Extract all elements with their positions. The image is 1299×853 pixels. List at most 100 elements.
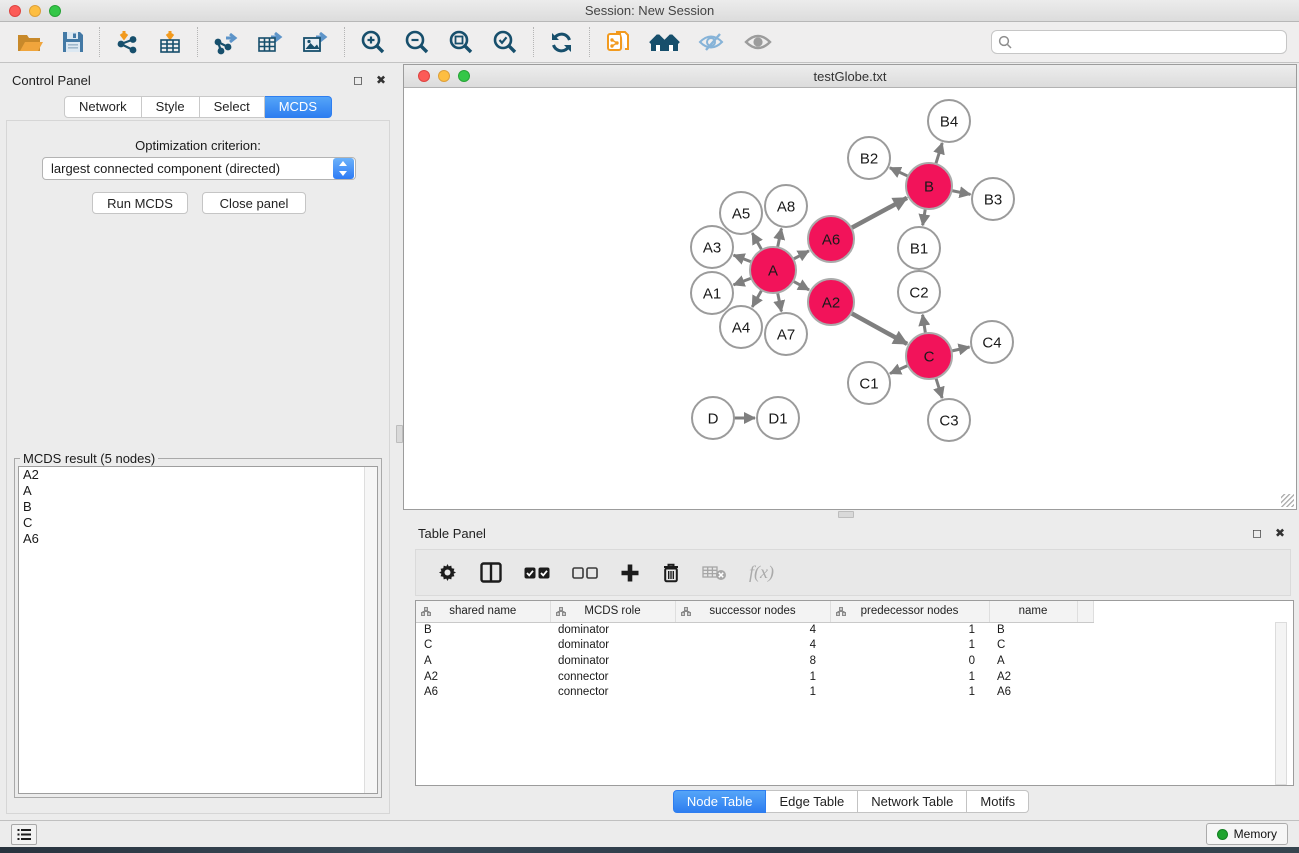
table-cell[interactable]: C [989,638,1077,654]
open-file-button[interactable] [8,24,53,60]
edge-B-B2[interactable] [890,168,909,177]
table-cell[interactable]: dominator [550,622,675,638]
zoom-in-button[interactable] [351,24,395,60]
tab-edge-table[interactable]: Edge Table [766,790,858,813]
column-header-name[interactable]: name [989,601,1077,622]
table-row[interactable]: Cdominator41C [416,638,1093,654]
table-cell[interactable]: A [989,653,1077,669]
mcds-result-item[interactable]: A2 [19,467,377,483]
edge-A2-C[interactable] [850,313,907,344]
node-A6[interactable]: A6 [808,216,854,262]
node-A3[interactable]: A3 [691,226,733,268]
close-table-panel-icon[interactable]: ✖ [1273,526,1287,540]
show-column-button[interactable] [469,553,513,593]
minimize-window-button[interactable] [29,5,41,17]
zoom-selected-button[interactable] [483,24,527,60]
node-C1[interactable]: C1 [848,362,890,404]
table-cell[interactable]: A2 [416,669,550,685]
task-history-button[interactable] [11,824,37,845]
table-cell[interactable]: 1 [830,622,989,638]
add-row-button[interactable] [609,553,651,593]
table-cell[interactable]: 4 [675,638,830,654]
export-image-button[interactable] [293,24,338,60]
node-D1[interactable]: D1 [757,397,799,439]
table-cell[interactable]: connector [550,684,675,700]
criterion-dropdown[interactable]: largest connected component (directed) [42,157,356,180]
tab-network[interactable]: Network [64,96,142,118]
save-session-button[interactable] [53,24,93,60]
show-graphics-details-button[interactable] [735,24,781,60]
node-A8[interactable]: A8 [765,185,807,227]
table-row[interactable]: Bdominator41B [416,622,1093,638]
memory-button[interactable]: Memory [1206,823,1288,845]
float-panel-icon[interactable]: ◻ [351,73,365,87]
table-cell[interactable]: dominator [550,638,675,654]
table-row[interactable]: Adominator80A [416,653,1093,669]
node-C4[interactable]: C4 [971,321,1013,363]
run-mcds-button[interactable]: Run MCDS [92,192,188,214]
home-button[interactable] [640,24,689,60]
table-cell[interactable]: A6 [989,684,1077,700]
table-cell[interactable]: dominator [550,653,675,669]
table-cell[interactable]: B [989,622,1077,638]
hide-graphics-details-button[interactable] [689,24,735,60]
edge-A-A2[interactable] [792,281,809,290]
table-cell[interactable]: A2 [989,669,1077,685]
edge-B-B3[interactable] [951,190,971,194]
edge-B-B1[interactable] [923,208,926,226]
tab-mcds[interactable]: MCDS [265,96,332,118]
column-header-predecessor-nodes[interactable]: predecessor nodes [830,601,989,622]
table-scrollbar[interactable] [1275,622,1287,785]
select-all-checkboxes-button[interactable] [513,553,561,593]
window-resize-grip[interactable] [1281,494,1294,507]
mcds-result-item[interactable]: C [19,515,377,531]
network-minimize-button[interactable] [438,70,450,82]
table-cell[interactable]: 8 [675,653,830,669]
search-input[interactable] [1013,35,1280,50]
horizontal-splitter-handle[interactable] [838,511,854,518]
table-cell[interactable]: C [416,638,550,654]
table-cell[interactable]: B [416,622,550,638]
edge-A-A4[interactable] [752,289,762,307]
import-network-button[interactable] [106,24,149,60]
network-overview-button[interactable] [596,24,640,60]
node-B4[interactable]: B4 [928,100,970,142]
edge-A-A3[interactable] [734,255,753,262]
network-zoom-button[interactable] [458,70,470,82]
function-builder-button[interactable]: f(x) [738,553,785,593]
delete-table-button[interactable] [691,553,738,593]
table-cell[interactable]: 1 [830,638,989,654]
edge-C-C3[interactable] [936,377,943,398]
node-A2[interactable]: A2 [808,279,854,325]
node-A1[interactable]: A1 [691,272,733,314]
close-window-button[interactable] [9,5,21,17]
mcds-result-list[interactable]: A2ABCA6 [18,466,378,794]
tab-select[interactable]: Select [200,96,265,118]
close-panel-button[interactable]: Close panel [202,192,306,214]
table-cell[interactable]: 1 [675,669,830,685]
node-A7[interactable]: A7 [765,313,807,355]
delete-row-button[interactable] [651,553,691,593]
node-B2[interactable]: B2 [848,137,890,179]
network-close-button[interactable] [418,70,430,82]
node-D[interactable]: D [692,397,734,439]
node-A5[interactable]: A5 [720,192,762,234]
import-table-button[interactable] [149,24,191,60]
network-canvas[interactable]: B4B2BB3A8A5A6B1A3AC2A1A2A4A7C4CC1DD1C3 [405,88,1295,508]
mcds-result-item[interactable]: B [19,499,377,515]
node-B3[interactable]: B3 [972,178,1014,220]
zoom-fit-button[interactable] [439,24,483,60]
vertical-splitter-handle[interactable] [396,425,403,443]
tab-style[interactable]: Style [142,96,200,118]
table-cell[interactable]: 4 [675,622,830,638]
mcds-result-item[interactable]: A6 [19,531,377,547]
tab-network-table[interactable]: Network Table [858,790,967,813]
table-settings-button[interactable] [426,553,469,593]
zoom-window-button[interactable] [49,5,61,17]
edge-C-C2[interactable] [923,315,926,335]
table-cell[interactable]: 1 [675,684,830,700]
tab-node-table[interactable]: Node Table [673,790,767,813]
edge-A6-B[interactable] [850,198,907,229]
float-table-panel-icon[interactable]: ◻ [1250,526,1264,540]
edge-C-C4[interactable] [950,347,969,351]
